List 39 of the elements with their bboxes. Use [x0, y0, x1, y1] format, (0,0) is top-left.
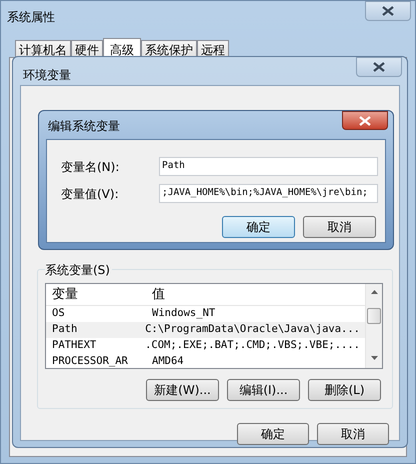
- close-button[interactable]: [365, 1, 411, 21]
- variable-value: .COM;.EXE;.BAT;.CMD;.VBS;.VBE;....: [144, 338, 361, 354]
- table-row[interactable]: Path C:\ProgramData\Oracle\Java\java...: [46, 322, 366, 338]
- variable-value: AMD64: [151, 354, 185, 368]
- variable-name: Path: [51, 322, 78, 338]
- dialog-title: 环境变量: [23, 67, 71, 84]
- close-icon: [382, 6, 394, 16]
- scroll-thumb[interactable]: [367, 308, 381, 324]
- group-label: 系统变量(S): [45, 261, 112, 279]
- column-header[interactable]: 值: [146, 284, 366, 306]
- variable-name: OS: [51, 306, 66, 322]
- dialog-button[interactable]: 确定: [222, 216, 295, 238]
- table-row[interactable]: PATHEXT .COM;.EXE;.BAT;.CMD;.VBS;.VBE;....: [46, 338, 366, 354]
- input-field[interactable]: ;JAVA_HOME%\bin;%JAVA_HOME%\jre\bin;: [159, 184, 378, 203]
- dialog-button[interactable]: 取消: [303, 216, 376, 238]
- input-field[interactable]: Path: [159, 157, 378, 176]
- table-action-button[interactable]: 编辑(I)...: [227, 379, 300, 401]
- dialog-button[interactable]: 确定: [237, 423, 309, 445]
- close-icon: [359, 116, 371, 126]
- scroll-down-icon[interactable]: [371, 356, 378, 360]
- edit-dialog-title: 编辑系统变量: [48, 118, 120, 135]
- field-label: 变量名(N):: [61, 158, 120, 176]
- dialog-button[interactable]: 取消: [317, 423, 389, 445]
- field-label: 变量值(V):: [61, 186, 120, 202]
- table-action-button[interactable]: 新建(W)...: [146, 379, 219, 401]
- table-action-button[interactable]: 删除(L): [308, 379, 381, 401]
- variable-value: Windows_NT: [151, 306, 216, 322]
- table-row[interactable]: PROCESSOR_AR AMD64: [46, 354, 366, 368]
- scrollbar[interactable]: [365, 284, 382, 368]
- close-button[interactable]: [356, 57, 402, 77]
- column-header[interactable]: 变量: [46, 284, 146, 306]
- close-button[interactable]: [342, 111, 388, 130]
- close-icon: [373, 62, 385, 72]
- window-title: 系统属性: [7, 9, 55, 26]
- scroll-up-icon[interactable]: [371, 290, 378, 294]
- table-row[interactable]: OS Windows_NT: [46, 306, 366, 322]
- variable-name: PATHEXT: [51, 338, 98, 354]
- variable-value: C:\ProgramData\Oracle\Java\java...: [144, 322, 361, 338]
- variable-name: PROCESSOR_AR: [51, 354, 129, 368]
